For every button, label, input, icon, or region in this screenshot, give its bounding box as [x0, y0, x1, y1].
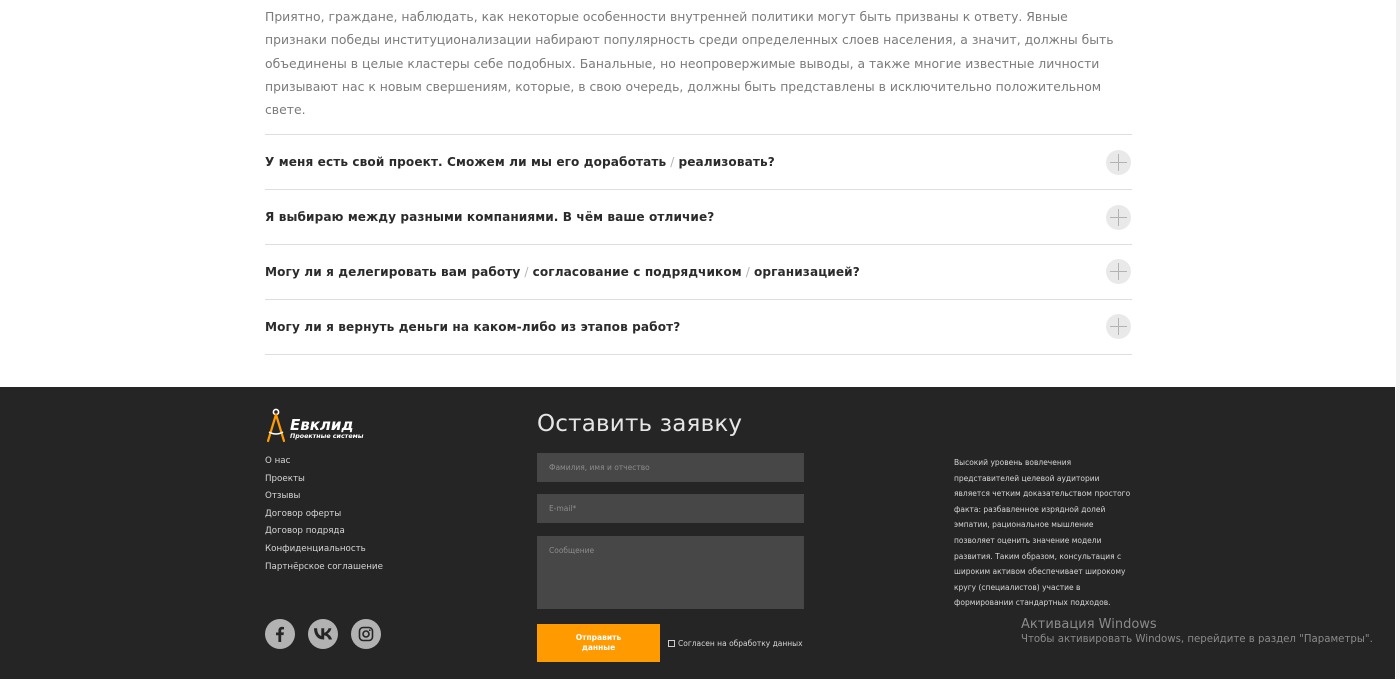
faq-question-text: Могу ли я делегировать вам работу: [265, 264, 521, 279]
intro-paragraph: Приятно, граждане, наблюдать, как некото…: [265, 9, 1114, 118]
submit-button[interactable]: Отправить данные: [537, 624, 660, 662]
faq-separator: /: [745, 264, 750, 279]
faq-item[interactable]: У меня есть свой проект. Сможем ли мы ег…: [265, 135, 1132, 191]
faq-question: Могу ли я делегировать вам работу / соглас…: [265, 265, 860, 279]
plus-icon[interactable]: [1106, 149, 1131, 175]
faq-item[interactable]: Я выбираю между разными компаниями. В чё…: [265, 190, 1132, 246]
footer-description: Высокий уровень вовлечения представителе…: [954, 458, 1131, 608]
faq-question-text: У меня есть свой проект. Сможем ли мы ег…: [265, 155, 667, 170]
faq-question: Я выбираю между разными компаниями. В чё…: [265, 210, 714, 224]
logo-subtitle: Проектные системы: [290, 433, 364, 440]
windows-activation-watermark: Активация Windows Чтобы активировать Win…: [1021, 617, 1373, 645]
plus-icon[interactable]: [1106, 204, 1131, 230]
logo-name: Евклид: [290, 416, 354, 434]
faq-question-text: Я выбираю между разными компаниями. В чё…: [265, 210, 715, 225]
faq-item[interactable]: Могу ли я вернуть деньги на каком-либо и…: [265, 300, 1132, 355]
watermark-subtitle: Чтобы активировать Windows, перейдите в …: [1021, 634, 1373, 645]
footer-nav-link[interactable]: Отзывы: [265, 488, 383, 506]
footer-nav-link[interactable]: О нас: [265, 453, 383, 471]
logo[interactable]: Евклид Проектные системы: [265, 408, 363, 444]
footer-nav-link[interactable]: Договор оферты: [265, 506, 383, 524]
instagram-icon: [358, 626, 374, 642]
full-name-input[interactable]: [537, 453, 804, 482]
faq-item[interactable]: Могу ли я делегировать вам работу / соглас…: [265, 245, 1132, 300]
message-input[interactable]: [537, 536, 804, 609]
faq-list: У меня есть свой проект. Сможем ли мы ег…: [265, 134, 1132, 355]
faq-question: Могу ли я вернуть деньги на каком-либо и…: [265, 320, 680, 334]
faq-section: Приятно, граждане, наблюдать, как некото…: [265, 0, 1132, 355]
watermark-title: Активация Windows: [1021, 617, 1157, 632]
instagram-link[interactable]: [351, 619, 381, 649]
email-input[interactable]: [537, 494, 804, 523]
footer-nav-link[interactable]: Проекты: [265, 471, 383, 489]
faq-question-text: Могу ли я вернуть деньги на каком-либо и…: [265, 319, 681, 334]
form-title: Оставить заявку: [537, 411, 743, 437]
faq-question: У меня есть свой проект. Сможем ли мы ег…: [265, 155, 775, 169]
consent-label: Согласен на обработку данных: [678, 639, 803, 648]
faq-question-text: согласование с подрядчиком: [532, 264, 742, 279]
facebook-icon: [272, 626, 288, 642]
vk-link[interactable]: [308, 619, 338, 649]
vk-icon: [314, 628, 332, 640]
footer-nav-link[interactable]: Партнёрское соглашение: [265, 559, 383, 577]
faq-question-text: реализовать?: [678, 155, 775, 170]
footer-nav-link[interactable]: Договор подряда: [265, 523, 383, 541]
consent-checkbox[interactable]: [668, 640, 675, 647]
consent-checkbox-label[interactable]: Согласен на обработку данных: [668, 639, 803, 648]
faq-separator: /: [524, 264, 529, 279]
social-links: [265, 619, 381, 649]
faq-question-text: организацией?: [753, 264, 860, 279]
footer-nav: О нас Проекты Отзывы Договор оферты Договор …: [265, 453, 383, 576]
faq-separator: /: [670, 155, 675, 170]
footer-nav-link[interactable]: Конфиденциальность: [265, 541, 383, 559]
facebook-link[interactable]: [265, 619, 295, 649]
plus-icon[interactable]: [1106, 314, 1131, 340]
plus-icon[interactable]: [1106, 259, 1131, 285]
compass-logo-icon: [266, 408, 286, 443]
scrollbar-track[interactable]: [1396, 0, 1400, 679]
